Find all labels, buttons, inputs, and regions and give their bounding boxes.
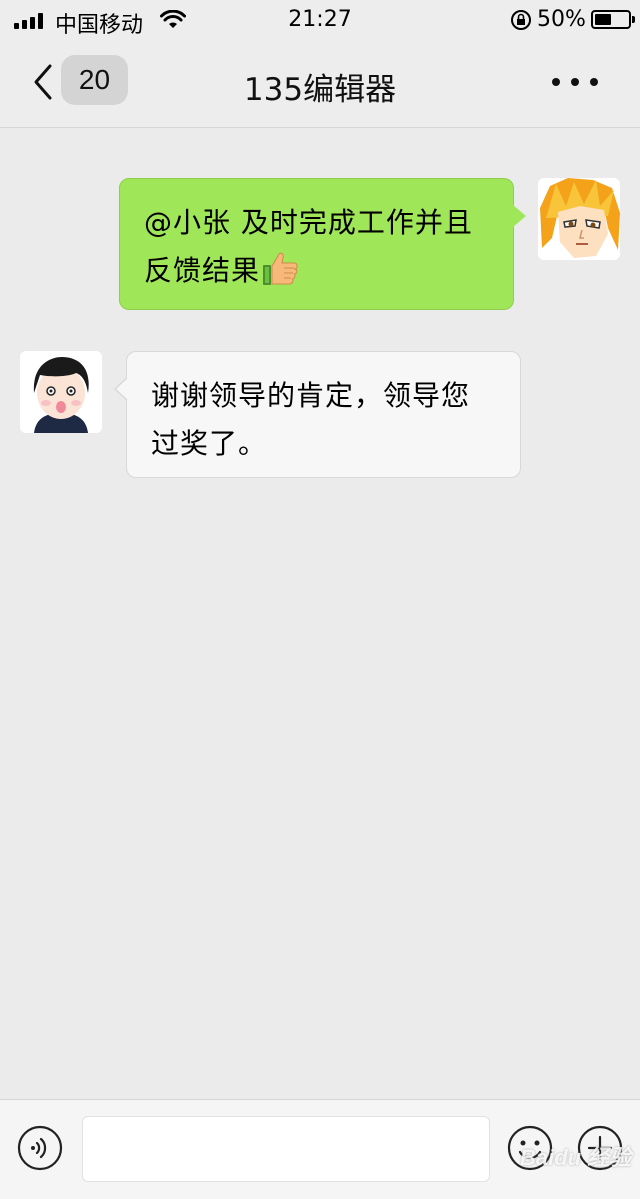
message-bubble-sent[interactable]: @小张 及时完成工作并且反馈结果 <box>119 178 526 310</box>
cartoon-person-avatar[interactable] <box>20 351 102 433</box>
emoji-icon <box>507 1125 553 1171</box>
chat-title: 135编辑器 <box>243 72 397 108</box>
plus-icon <box>577 1125 623 1171</box>
battery-icon <box>591 10 635 29</box>
voice-button[interactable] <box>16 1124 64 1172</box>
thumbs-up-icon <box>263 252 298 285</box>
anime-boy-avatar[interactable] <box>538 178 620 260</box>
more-dots-icon <box>552 78 560 86</box>
plus-button[interactable] <box>576 1124 624 1172</box>
more-button[interactable] <box>552 70 598 94</box>
input-bar <box>0 1099 640 1199</box>
rotation-lock-icon <box>511 10 531 30</box>
emoji-button[interactable] <box>506 1124 554 1172</box>
status-bar: 中国移动 21:27 50% <box>0 0 640 40</box>
message-text: @小张 及时完成工作并且反馈结果 <box>144 206 473 287</box>
voice-icon <box>17 1125 63 1171</box>
message-input[interactable] <box>82 1116 490 1182</box>
nav-bar: 20 135编辑器 <box>0 40 640 128</box>
message-bubble-received[interactable]: 谢谢领导的肯定，领导您过奖了。 <box>114 351 521 478</box>
battery-percent: 50% <box>537 7 586 32</box>
message-text: 谢谢领导的肯定，领导您过奖了。 <box>151 379 471 460</box>
